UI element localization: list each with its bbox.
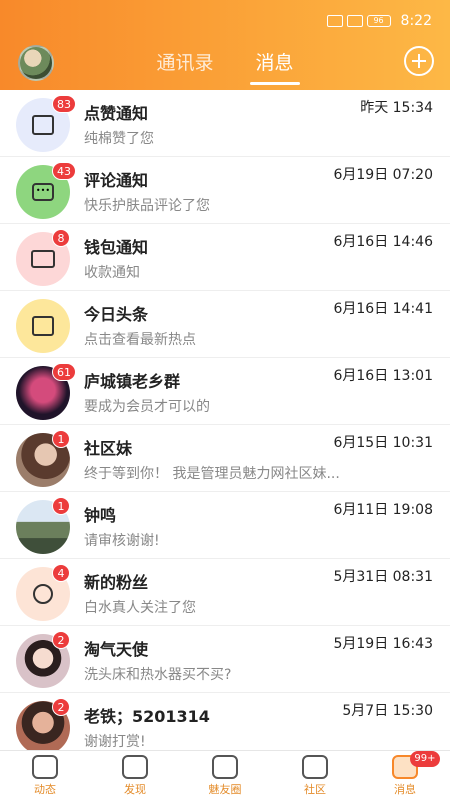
message-title: 社区妹 [84,439,133,458]
unread-badge: 2 [52,631,70,649]
newspaper-icon [32,316,54,336]
message-row[interactable]: 8 钱包通知 收款通知 6月16日 14:46 [0,224,450,291]
message-row[interactable]: 2 淘气天使 洗头床和热水器买不买? 5月19日 16:43 [0,626,450,693]
wifi-icon [346,15,363,27]
bottom-nav: 动态 发现 魅友圈 社区 99+ 消息 [0,750,450,800]
nav-label: 消息 [394,783,416,796]
message-preview: 终于等到你！ 我是管理员魅力网社区妹... [84,466,340,482]
message-time: 昨天 15:34 [360,100,433,116]
message-time: 5月19日 16:43 [333,636,433,652]
message-preview: 快乐护肤品评论了您 [84,198,210,214]
thumbs-up-icon [32,115,54,135]
nav-unread-badge: 99+ [410,751,440,767]
message-title: 钟鸣 [84,506,117,525]
header-tabs: 通讯录 消息 [0,48,450,85]
message-time: 6月15日 10:31 [333,435,433,451]
wallet-shape-icon [31,250,55,268]
news-icon [16,299,70,353]
signal-icon [326,15,343,27]
message-preview: 请审核谢谢! [84,533,160,549]
message-list: 83 点赞通知 纯棉赞了您 昨天 15:34 ••• 43 评论通知 快乐护肤品… [0,90,450,750]
planet-icon [212,755,238,779]
message-title: 钱包通知 [84,238,149,257]
tab-messages[interactable]: 消息 [249,48,300,85]
tab-contacts[interactable]: 通讯录 [156,48,213,85]
rocket-icon [122,755,148,779]
message-title: 今日头条 [84,305,149,324]
message-time: 5月7日 15:30 [342,703,433,719]
message-row[interactable]: ••• 43 评论通知 快乐护肤品评论了您 6月19日 07:20 [0,157,450,224]
add-button[interactable] [404,46,434,76]
message-time: 5月31日 08:31 [333,569,433,585]
message-title: 庐城镇老乡群 [84,372,181,391]
unread-badge: 43 [52,162,76,180]
nav-feed[interactable]: 动态 [0,751,90,800]
nav-label: 社区 [304,783,326,796]
nav-label: 发现 [124,783,146,796]
unread-badge: 1 [52,430,70,448]
nav-circle[interactable]: 魅友圈 [180,751,270,800]
message-preview: 洗头床和热水器买不买? [84,667,232,683]
message-row[interactable]: 2 老铁；5201314 谢谢打赏! 5月7日 15:30 [0,693,450,750]
nav-messages[interactable]: 99+ 消息 [360,751,450,800]
message-time: 6月19日 07:20 [333,167,433,183]
message-preview: 白水真人关注了您 [84,600,196,616]
message-time: 6月16日 13:01 [333,368,433,384]
message-title: 淘气天使 [84,640,149,659]
nav-discover[interactable]: 发现 [90,751,180,800]
message-preview: 纯棉赞了您 [84,131,154,147]
message-title: 点赞通知 [84,104,149,123]
message-row[interactable]: 1 钟鸣 请审核谢谢! 6月11日 19:08 [0,492,450,559]
app-header: 96 8:22 通讯录 消息 [0,0,450,90]
unread-badge: 4 [52,564,70,582]
message-preview: 谢谢打赏! [84,734,146,750]
message-title: 新的粉丝 [84,573,149,592]
home-icon [32,755,58,779]
status-bar: 96 8:22 [326,8,432,34]
unread-badge: 83 [52,95,76,113]
unread-badge: 61 [52,363,76,381]
chat-bubble-icon: ••• [32,183,54,201]
message-preview: 要成为会员才可以的 [84,399,210,415]
message-title: 老铁；5201314 [84,707,210,726]
unread-badge: 8 [52,229,70,247]
unread-badge: 1 [52,497,70,515]
person-icon [33,584,53,604]
nav-label: 魅友圈 [208,783,242,796]
message-row[interactable]: 今日头条 点击查看最新热点 6月16日 14:41 [0,291,450,358]
message-preview: 点击查看最新热点 [84,332,196,348]
nav-label: 动态 [34,783,56,796]
status-time: 8:22 [400,13,432,29]
message-time: 6月16日 14:46 [333,234,433,250]
message-row[interactable]: 4 新的粉丝 白水真人关注了您 5月31日 08:31 [0,559,450,626]
unread-badge: 2 [52,698,70,716]
message-row[interactable]: 1 社区妹 终于等到你！ 我是管理员魅力网社区妹... 6月15日 10:31 [0,425,450,492]
battery-icon: 96 [366,15,391,27]
message-preview: 收款通知 [84,265,140,281]
nav-community[interactable]: 社区 [270,751,360,800]
message-row[interactable]: 83 点赞通知 纯棉赞了您 昨天 15:34 [0,90,450,157]
message-row[interactable]: 61 庐城镇老乡群 要成为会员才可以的 6月16日 13:01 [0,358,450,425]
message-title: 评论通知 [84,171,149,190]
message-time: 6月16日 14:41 [333,301,433,317]
status-icons: 96 [326,15,391,27]
community-icon [302,755,328,779]
message-time: 6月11日 19:08 [333,502,433,518]
